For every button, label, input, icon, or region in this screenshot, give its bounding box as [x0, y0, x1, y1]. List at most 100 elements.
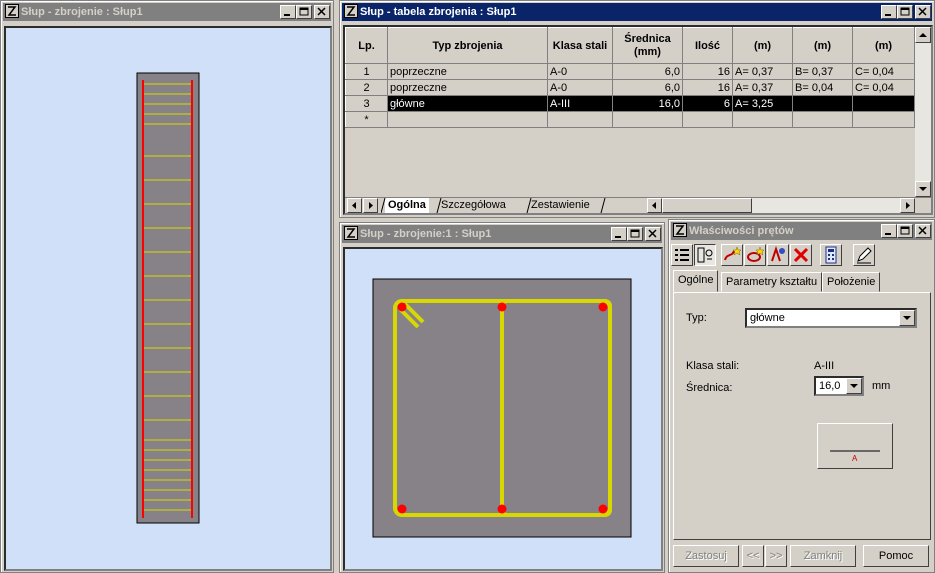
table-row[interactable]: 1 poprzeczne A-0 6,0 16 A= 0,37 B= 0,37 … — [345, 63, 915, 80]
edit-button[interactable] — [853, 244, 875, 266]
cell-klasa[interactable]: A-III — [547, 95, 613, 112]
cell-b[interactable] — [792, 111, 853, 128]
new-stirrup-button[interactable] — [744, 244, 766, 266]
cell-a[interactable] — [732, 111, 793, 128]
cell-b[interactable]: B= 0,04 — [792, 79, 853, 96]
tab-scroll-left[interactable] — [347, 198, 362, 213]
table-row-selected[interactable]: 3 główne A-III 16,0 6 A= 3,25 — [345, 95, 915, 112]
vertical-scrollbar[interactable] — [915, 27, 931, 197]
cell-srednica[interactable]: 16,0 — [612, 95, 683, 112]
cell-typ[interactable] — [387, 111, 548, 128]
row-header[interactable]: 1 — [345, 63, 388, 80]
cell-ilosc[interactable]: 16 — [682, 79, 733, 96]
col-header-b[interactable]: (m) — [792, 27, 853, 64]
properties-view-button[interactable] — [694, 244, 716, 266]
col-header-lp[interactable]: Lp. — [345, 27, 388, 64]
cell-srednica[interactable]: 6,0 — [612, 79, 683, 96]
cell-srednica[interactable]: 6,0 — [612, 63, 683, 80]
col-header-a[interactable]: (m) — [732, 27, 793, 64]
srednica-select[interactable]: 16,0 — [814, 376, 864, 396]
minimize-button[interactable] — [881, 5, 897, 19]
section-titlebar[interactable]: Słup - zbrojenie:1 : Słup1 — [342, 225, 662, 243]
minimize-button[interactable] — [280, 5, 296, 19]
tab-zestawienie[interactable]: Zestawienie — [531, 198, 590, 213]
tab-polozenie[interactable]: Położenie — [822, 272, 881, 292]
tab-parametry-ksztaltu[interactable]: Parametry kształtu — [721, 272, 823, 292]
maximize-button[interactable] — [296, 5, 312, 19]
col-header-ilosc[interactable]: Ilość — [682, 27, 733, 64]
cell-ilosc[interactable]: 6 — [682, 95, 733, 112]
properties-icon — [697, 247, 713, 263]
maximize-button[interactable] — [627, 227, 643, 241]
cell-ilosc[interactable] — [682, 111, 733, 128]
cell-c[interactable]: C= 0,04 — [852, 79, 915, 96]
table-row-new[interactable]: * — [345, 111, 915, 128]
cell-typ[interactable]: poprzeczne — [387, 79, 548, 96]
table-window: Słup - tabela zbrojenia : Słup1 Lp. Typ … — [339, 0, 935, 218]
tab-ogolne[interactable]: Ogólne — [673, 270, 719, 292]
section-viewport[interactable] — [343, 247, 663, 571]
reinforcement-table[interactable]: Lp. Typ zbrojenia Klasa stali Średnica (… — [345, 27, 915, 128]
cell-a[interactable]: A= 0,37 — [732, 63, 793, 80]
cell-c[interactable] — [852, 111, 915, 128]
close-button[interactable] — [314, 5, 330, 19]
tab-ogolna[interactable]: Ogólna — [385, 198, 429, 213]
srednica-dropdown-button[interactable] — [846, 378, 862, 394]
cell-klasa[interactable]: A-0 — [547, 63, 613, 80]
elevation-viewport[interactable] — [4, 26, 332, 571]
row-header[interactable]: 2 — [345, 79, 388, 96]
cell-c[interactable] — [852, 95, 915, 112]
minimize-button[interactable] — [611, 227, 627, 241]
close-button[interactable] — [645, 227, 661, 241]
maximize-button[interactable] — [897, 5, 913, 19]
col-header-typ[interactable]: Typ zbrojenia — [387, 27, 548, 64]
next-button[interactable]: >> — [765, 545, 787, 567]
maximize-button[interactable] — [897, 224, 913, 238]
row-header[interactable]: * — [345, 111, 388, 128]
col-header-srednica[interactable]: Średnica (mm) — [612, 27, 683, 64]
list-view-button[interactable] — [671, 244, 693, 266]
minimize-button[interactable] — [881, 224, 897, 238]
tab-szczegolowa[interactable]: Szczegółowa — [441, 198, 506, 213]
row-header[interactable]: 3 — [345, 95, 388, 112]
horizontal-scrollbar[interactable] — [647, 198, 915, 213]
scroll-right-button[interactable] — [900, 198, 915, 213]
cell-a[interactable]: A= 3,25 — [732, 95, 793, 112]
cell-typ[interactable]: poprzeczne — [387, 63, 548, 80]
elevation-titlebar[interactable]: Słup - zbrojenie : Słup1 — [3, 3, 331, 21]
apply-button[interactable]: Zastosuj — [673, 545, 739, 567]
delete-bar-button[interactable] — [790, 244, 812, 266]
arrow-down-icon — [919, 187, 927, 191]
calculator-button[interactable] — [820, 244, 842, 266]
col-header-klasa[interactable]: Klasa stali — [547, 27, 613, 64]
cell-b[interactable] — [792, 95, 853, 112]
typ-select[interactable]: główne — [745, 308, 917, 328]
cell-b[interactable]: B= 0,37 — [792, 63, 853, 80]
scroll-left-button[interactable] — [647, 198, 662, 213]
cell-srednica[interactable] — [612, 111, 683, 128]
table-row[interactable]: 2 poprzeczne A-0 6,0 16 A= 0,37 B= 0,04 … — [345, 79, 915, 96]
cell-klasa[interactable]: A-0 — [547, 79, 613, 96]
typ-dropdown-button[interactable] — [899, 310, 915, 326]
table-titlebar[interactable]: Słup - tabela zbrojenia : Słup1 — [342, 3, 932, 21]
col-header-c[interactable]: (m) — [852, 27, 915, 64]
cell-ilosc[interactable]: 16 — [682, 63, 733, 80]
cell-typ[interactable]: główne — [387, 95, 548, 112]
properties-titlebar[interactable]: Właściwości prętów — [671, 222, 932, 240]
cell-c[interactable]: C= 0,04 — [852, 63, 915, 80]
shape-preview-button[interactable]: A — [817, 423, 893, 469]
scroll-down-button[interactable] — [915, 181, 931, 197]
prev-button[interactable]: << — [742, 545, 764, 567]
cell-klasa[interactable] — [547, 111, 613, 128]
scroll-thumb[interactable] — [662, 198, 752, 213]
close-button[interactable] — [915, 5, 931, 19]
close-dialog-button[interactable]: Zamknij — [790, 545, 856, 567]
cell-a[interactable]: A= 0,37 — [732, 79, 793, 96]
close-button[interactable] — [915, 224, 931, 238]
help-button[interactable]: Pomoc — [863, 545, 929, 567]
properties-title: Właściwości prętów — [689, 225, 794, 237]
copy-bar-button[interactable] — [767, 244, 789, 266]
tab-scroll-right[interactable] — [363, 198, 378, 213]
new-bar-button[interactable] — [721, 244, 743, 266]
scroll-up-button[interactable] — [915, 27, 931, 43]
